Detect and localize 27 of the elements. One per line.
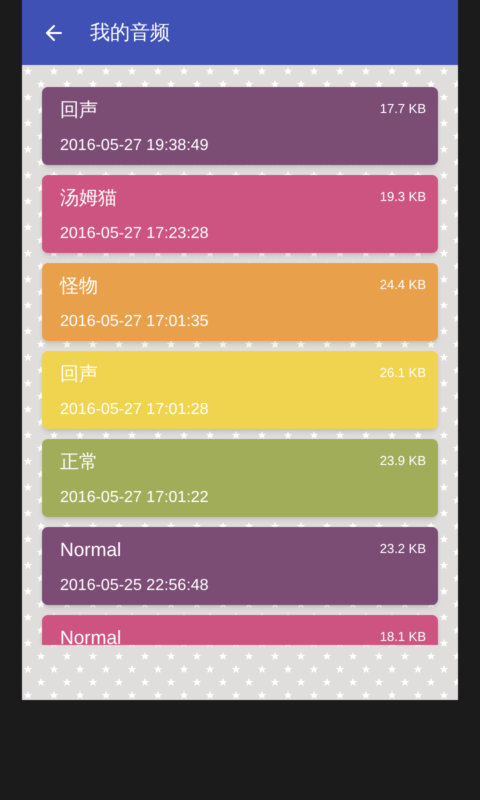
recording-card[interactable]: Normal 23.2 KB 2016-05-25 22:56:48 (42, 527, 438, 605)
recording-title: Normal (60, 627, 122, 645)
recording-card[interactable]: 怪物 24.4 KB 2016-05-27 17:01:35 (42, 263, 438, 341)
recording-date: 2016-05-27 17:01:35 (60, 312, 210, 332)
file-size: 18.1 KB (380, 628, 426, 645)
recording-date: 2016-05-27 19:38:49 (60, 136, 210, 156)
recording-title: 回声 (60, 363, 98, 387)
recording-date: 2016-05-27 17:01:22 (60, 488, 210, 508)
recording-title: 汤姆猫 (60, 187, 117, 211)
file-size: 26.1 KB (380, 364, 426, 382)
app-bar-title: 我的音频 (90, 20, 170, 46)
file-size: 23.9 KB (380, 452, 426, 470)
recording-date: 2016-05-25 22:56:48 (60, 576, 210, 596)
recording-title: Normal (60, 539, 122, 563)
file-size: 19.3 KB (380, 188, 426, 206)
recording-date: 2016-05-27 17:01:28 (60, 400, 210, 420)
recording-title: 正常 (60, 451, 98, 475)
recording-date: 2016-05-27 17:23:28 (60, 224, 210, 244)
recording-card[interactable]: 汤姆猫 19.3 KB 2016-05-27 17:23:28 (42, 175, 438, 253)
recording-title: 回声 (60, 99, 98, 123)
file-size: 24.4 KB (380, 276, 426, 294)
recording-title: 怪物 (60, 275, 98, 299)
recording-card[interactable]: 正常 23.9 KB 2016-05-27 17:01:22 (42, 439, 438, 517)
file-size: 23.2 KB (380, 540, 426, 558)
recording-card[interactable]: 回声 17.7 KB 2016-05-27 19:38:49 (42, 87, 438, 165)
file-size: 17.7 KB (380, 100, 426, 118)
recording-card[interactable]: Normal 18.1 KB (42, 615, 438, 645)
